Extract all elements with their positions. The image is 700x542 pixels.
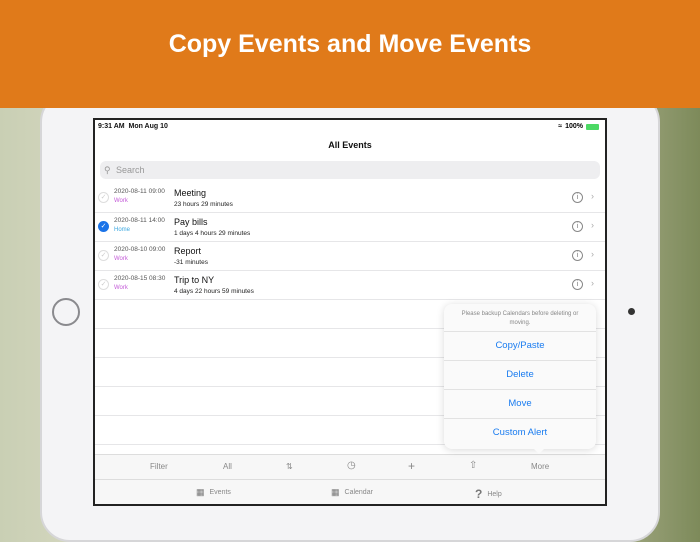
event-row[interactable]: ✓ 2020-08-11 14:00 Home Pay bills 1 days… bbox=[95, 213, 605, 242]
banner-title: Copy Events and Move Events bbox=[0, 0, 700, 108]
event-name: Pay bills bbox=[174, 217, 208, 227]
battery-icon bbox=[586, 123, 599, 130]
event-name: Report bbox=[174, 246, 202, 256]
search-icon: ⚲ bbox=[104, 165, 111, 175]
custom-alert-button[interactable]: Custom Alert bbox=[444, 419, 596, 448]
calendar-day-icon: ▦ bbox=[196, 487, 205, 497]
event-calendar: Work bbox=[114, 285, 128, 291]
status-time: 9:31 AM bbox=[98, 123, 125, 130]
info-icon[interactable]: i bbox=[572, 279, 583, 290]
chevron-right-icon: › bbox=[591, 191, 594, 201]
checkmark-icon[interactable]: ✓ bbox=[98, 192, 109, 203]
chevron-right-icon: › bbox=[591, 249, 594, 259]
chevron-right-icon: › bbox=[591, 278, 594, 288]
delete-button[interactable]: Delete bbox=[444, 361, 596, 390]
search-input[interactable]: ⚲ Search bbox=[100, 161, 600, 179]
wifi-icon: ≈ bbox=[558, 123, 563, 130]
filter-button[interactable]: Filter bbox=[150, 462, 168, 471]
app-screen: 9:31 AM Mon Aug 10 ≈100% All Events ⚲ Sea… bbox=[93, 118, 607, 506]
home-button bbox=[52, 298, 80, 326]
status-right: ≈100% bbox=[558, 123, 599, 130]
event-calendar: Work bbox=[114, 198, 128, 204]
event-date: 2020-08-15 08:30 bbox=[114, 275, 166, 282]
calendar-icon: ▦ bbox=[331, 487, 340, 497]
move-button[interactable]: Move bbox=[444, 390, 596, 419]
popover-message: Please backup Calendars before deleting … bbox=[444, 304, 596, 332]
tab-bar: ▦ Events ▦ Calendar ? Help bbox=[95, 480, 605, 504]
event-name: Meeting bbox=[174, 188, 207, 198]
event-date: 2020-08-11 14:00 bbox=[114, 217, 165, 224]
toolbar: Filter All ⇅ ◷ + ⇧ More bbox=[95, 454, 605, 480]
more-button[interactable]: More bbox=[531, 462, 549, 471]
copy-paste-button[interactable]: Copy/Paste bbox=[444, 332, 596, 361]
clock-icon[interactable]: ◷ bbox=[347, 460, 356, 471]
battery-percent: 100% bbox=[565, 123, 583, 130]
event-duration: 4 days 22 hours 59 minutes bbox=[174, 288, 254, 295]
event-row[interactable]: ✓ 2020-08-15 08:30 Work Trip to NY 4 day… bbox=[95, 271, 605, 300]
event-duration: 1 days 4 hours 29 minutes bbox=[174, 230, 251, 237]
event-name: Trip to NY bbox=[174, 275, 215, 285]
info-icon[interactable]: i bbox=[572, 250, 583, 261]
event-calendar: Home bbox=[114, 227, 131, 233]
tab-help-label: Help bbox=[487, 490, 502, 498]
sort-icon[interactable]: ⇅ bbox=[286, 462, 293, 471]
tab-events[interactable]: ▦ Events bbox=[196, 487, 231, 498]
tab-help[interactable]: ? Help bbox=[475, 487, 502, 501]
checkmark-icon[interactable]: ✓ bbox=[98, 279, 109, 290]
checkmark-icon[interactable]: ✓ bbox=[98, 221, 109, 232]
more-popover: Please backup Calendars before deleting … bbox=[444, 304, 596, 454]
share-icon[interactable]: ⇧ bbox=[469, 460, 477, 471]
checkmark-icon[interactable]: ✓ bbox=[98, 250, 109, 261]
add-icon[interactable]: + bbox=[408, 459, 415, 473]
event-date: 2020-08-10 09:00 bbox=[114, 246, 166, 253]
chevron-right-icon: › bbox=[591, 220, 594, 230]
page-title: All Events bbox=[328, 140, 372, 150]
tab-events-label: Events bbox=[209, 489, 231, 496]
info-icon[interactable]: i bbox=[572, 192, 583, 203]
help-icon: ? bbox=[475, 487, 483, 501]
status-date: Mon Aug 10 bbox=[128, 123, 168, 130]
info-icon[interactable]: i bbox=[572, 221, 583, 232]
tab-calendar-label: Calendar bbox=[344, 489, 373, 496]
event-calendar: Work bbox=[114, 256, 128, 262]
event-duration: 23 hours 29 minutes bbox=[174, 201, 233, 208]
camera bbox=[628, 308, 635, 315]
event-date: 2020-08-11 09:00 bbox=[114, 188, 165, 195]
event-duration: -31 minutes bbox=[174, 259, 208, 266]
event-row[interactable]: ✓ 2020-08-10 09:00 Work Report -31 minut… bbox=[95, 242, 605, 271]
status-bar: 9:31 AM Mon Aug 10 bbox=[98, 123, 168, 130]
all-button[interactable]: All bbox=[223, 462, 232, 471]
tab-calendar[interactable]: ▦ Calendar bbox=[331, 487, 373, 498]
search-placeholder: Search bbox=[116, 165, 145, 175]
event-row[interactable]: ✓ 2020-08-11 09:00 Work Meeting 23 hours… bbox=[95, 184, 605, 213]
